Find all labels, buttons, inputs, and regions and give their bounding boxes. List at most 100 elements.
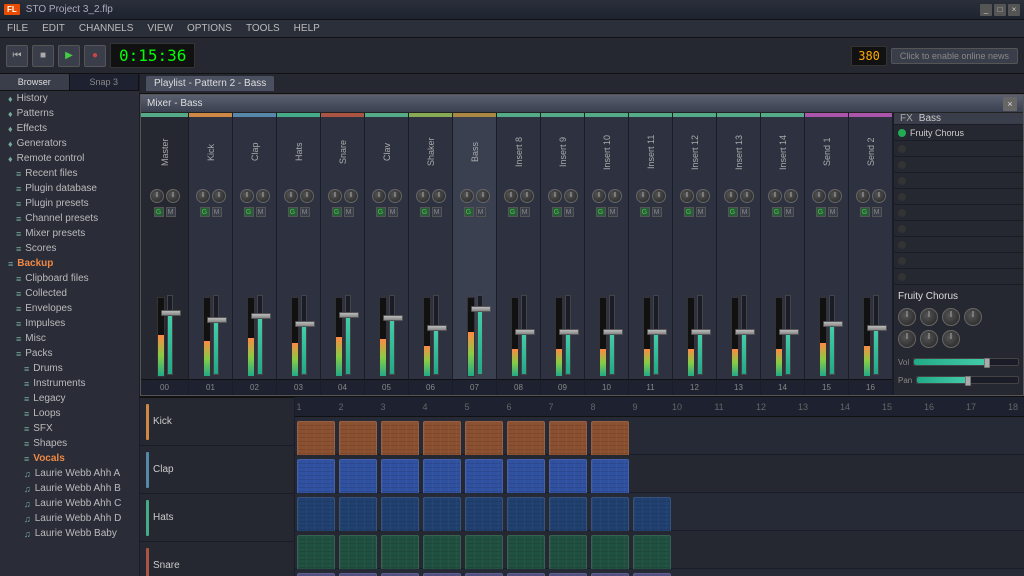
fx-slot-5[interactable]	[894, 205, 1023, 221]
mixer-channel-send-1[interactable]: Send 1GM15	[805, 113, 849, 395]
channel-knob-0[interactable]	[812, 189, 826, 203]
fader-track[interactable]	[609, 295, 615, 375]
fader-track[interactable]	[697, 295, 703, 375]
playlist-row-clav[interactable]	[295, 569, 1024, 576]
channel-green-btn[interactable]: G	[596, 207, 606, 217]
channel-green-btn[interactable]: G	[154, 207, 164, 217]
mixer-channel-insert-11[interactable]: Insert 11GM11	[629, 113, 673, 395]
channel-mute-btn[interactable]: M	[166, 207, 176, 217]
channel-knob-1[interactable]	[608, 189, 622, 203]
sidebar-item-mixer-presets[interactable]: ≡Mixer presets	[0, 226, 139, 241]
fx-slot-8[interactable]	[894, 253, 1023, 269]
channel-bottom-label[interactable]: 13	[717, 379, 760, 395]
sidebar-item-clipboard-files[interactable]: ≡Clipboard files	[0, 271, 139, 286]
mixer-channel-clav[interactable]: ClavGM05	[365, 113, 409, 395]
sidebar-tab-snap[interactable]: Snap 3	[70, 74, 140, 90]
channel-green-btn[interactable]: G	[640, 207, 650, 217]
sidebar-item-impulses[interactable]: ≡Impulses	[0, 316, 139, 331]
playlist-row-snare[interactable]	[295, 531, 1024, 569]
channel-knob-1[interactable]	[388, 189, 402, 203]
menu-file[interactable]: FILE	[4, 22, 31, 35]
channel-knob-1[interactable]	[828, 189, 842, 203]
fx-volume-fader[interactable]	[913, 358, 1019, 366]
channel-mute-btn[interactable]: M	[872, 207, 882, 217]
sidebar-item-laurie-webb-ahh-a[interactable]: ♫Laurie Webb Ahh A	[0, 466, 139, 481]
channel-knob-0[interactable]	[460, 189, 474, 203]
fader-knob[interactable]	[735, 329, 755, 335]
channel-green-btn[interactable]: G	[376, 207, 386, 217]
playlist-row-kick[interactable]	[295, 417, 1024, 455]
channel-mute-btn[interactable]: M	[212, 207, 222, 217]
fader-track[interactable]	[345, 295, 351, 375]
channel-bottom-label[interactable]: 15	[805, 379, 848, 395]
menu-help[interactable]: HELP	[291, 22, 323, 35]
sidebar-item-generators[interactable]: ♦Generators	[0, 136, 139, 151]
channel-knob-1[interactable]	[300, 189, 314, 203]
fader-knob[interactable]	[295, 321, 315, 327]
sidebar-item-remote-control[interactable]: ♦Remote control	[0, 151, 139, 166]
playlist-row-hats[interactable]	[295, 493, 1024, 531]
channel-knob-1[interactable]	[784, 189, 798, 203]
track-label-hats[interactable]: Hats	[140, 494, 294, 542]
fader-track[interactable]	[785, 295, 791, 375]
sidebar-tab-browser[interactable]: Browser	[0, 74, 70, 90]
fader-knob[interactable]	[779, 329, 799, 335]
fader-knob[interactable]	[339, 312, 359, 318]
channel-knob-0[interactable]	[724, 189, 738, 203]
mixer-channel-shaker[interactable]: ShakerGM06	[409, 113, 453, 395]
channel-green-btn[interactable]: G	[772, 207, 782, 217]
fx-knob-1[interactable]	[898, 308, 916, 326]
channel-knob-1[interactable]	[696, 189, 710, 203]
sidebar-item-envelopes[interactable]: ≡Envelopes	[0, 301, 139, 316]
channel-knob-1[interactable]	[564, 189, 578, 203]
menu-view[interactable]: VIEW	[144, 22, 176, 35]
channel-mute-btn[interactable]: M	[300, 207, 310, 217]
fx-knob-6[interactable]	[920, 330, 938, 348]
fader-track[interactable]	[213, 295, 219, 375]
stop-btn[interactable]: ■	[32, 45, 54, 67]
channel-knob-0[interactable]	[504, 189, 518, 203]
channel-knob-0[interactable]	[284, 189, 298, 203]
mixer-channel-send-2[interactable]: Send 2GM16	[849, 113, 893, 395]
mixer-channel-snare[interactable]: SnareGM04	[321, 113, 365, 395]
sidebar-item-instruments[interactable]: ≡Instruments	[0, 376, 139, 391]
mixer-channel-kick[interactable]: KickGM01	[189, 113, 233, 395]
channel-knob-1[interactable]	[476, 189, 490, 203]
close-btn[interactable]: ×	[1008, 4, 1020, 16]
fader-track[interactable]	[477, 295, 483, 375]
channel-knob-0[interactable]	[768, 189, 782, 203]
menu-channels[interactable]: CHANNELS	[76, 22, 136, 35]
channel-bottom-label[interactable]: 10	[585, 379, 628, 395]
play-btn[interactable]: ▶	[58, 45, 80, 67]
channel-green-btn[interactable]: G	[332, 207, 342, 217]
fader-knob[interactable]	[603, 329, 623, 335]
sidebar-item-drums[interactable]: ≡Drums	[0, 361, 139, 376]
channel-bottom-label[interactable]: 11	[629, 379, 672, 395]
fader-knob[interactable]	[383, 315, 403, 321]
minimize-btn[interactable]: _	[980, 4, 992, 16]
channel-mute-btn[interactable]: M	[828, 207, 838, 217]
channel-bottom-label[interactable]: 05	[365, 379, 408, 395]
sidebar-item-collected[interactable]: ≡Collected	[0, 286, 139, 301]
channel-mute-btn[interactable]: M	[784, 207, 794, 217]
fader-knob[interactable]	[515, 329, 535, 335]
fx-slot-0[interactable]: Fruity Chorus	[894, 125, 1023, 141]
fader-track[interactable]	[433, 295, 439, 375]
fader-track[interactable]	[257, 295, 263, 375]
sidebar-item-laurie-webb-ahh-b[interactable]: ♫Laurie Webb Ahh B	[0, 481, 139, 496]
fader-knob[interactable]	[559, 329, 579, 335]
sidebar-item-patterns[interactable]: ♦Patterns	[0, 106, 139, 121]
channel-knob-0[interactable]	[372, 189, 386, 203]
channel-mute-btn[interactable]: M	[344, 207, 354, 217]
sidebar-item-misc[interactable]: ≡Misc	[0, 331, 139, 346]
mixer-channel-insert-8[interactable]: Insert 8GM08	[497, 113, 541, 395]
channel-green-btn[interactable]: G	[816, 207, 826, 217]
fader-knob[interactable]	[691, 329, 711, 335]
channel-bottom-label[interactable]: 02	[233, 379, 276, 395]
fader-track[interactable]	[301, 295, 307, 375]
channel-bottom-label[interactable]: 07	[453, 379, 496, 395]
fader-track[interactable]	[389, 295, 395, 375]
fx-knob-3[interactable]	[942, 308, 960, 326]
fader-knob[interactable]	[647, 329, 667, 335]
channel-knob-1[interactable]	[256, 189, 270, 203]
